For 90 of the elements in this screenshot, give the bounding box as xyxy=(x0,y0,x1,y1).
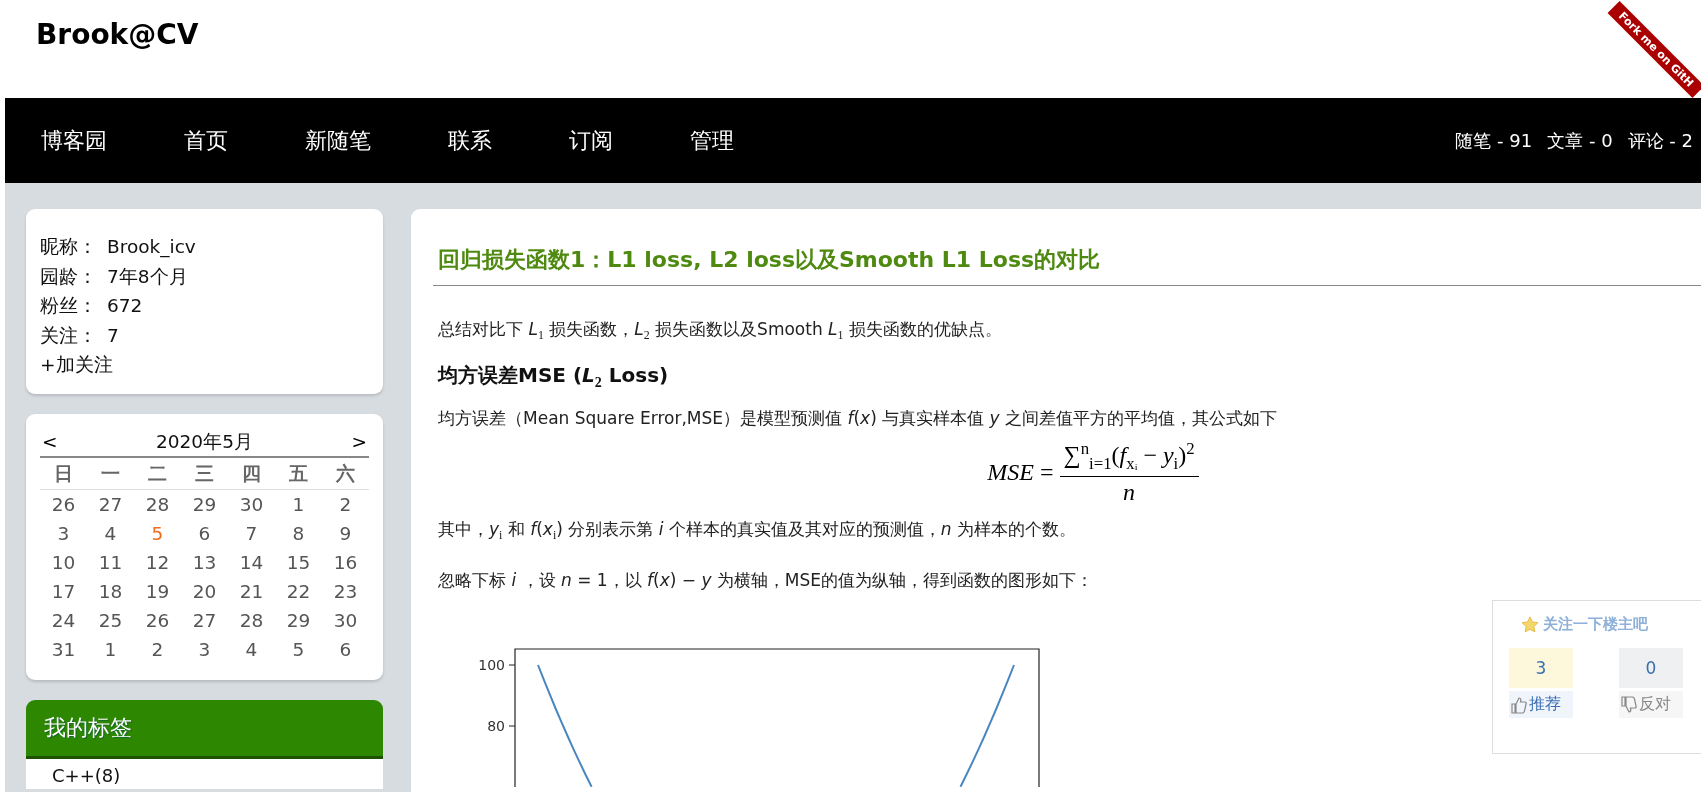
profile-label: 粉丝： xyxy=(40,294,98,318)
profile-label: 昵称： xyxy=(40,235,98,259)
weekday-label: 日 xyxy=(53,461,74,486)
weekday-label: 三 xyxy=(194,461,215,486)
thumbs-down-icon xyxy=(1621,695,1637,714)
calendar-day: 21 xyxy=(228,576,275,606)
calendar-day: 25 xyxy=(87,605,134,635)
profile-value: 7 xyxy=(107,323,119,348)
blog-stat: 文章 - 0 xyxy=(1547,128,1613,153)
nav-link[interactable]: 首页 xyxy=(184,125,228,156)
calendar-day: 26 xyxy=(40,489,87,519)
weekday-label: 四 xyxy=(241,461,262,486)
calendar-day: 12 xyxy=(134,547,181,577)
article-title[interactable]: 回归损失函数1：L1 loss, L2 loss以及Smooth L1 Loss的对比 xyxy=(433,231,1701,286)
calendar-day: 19 xyxy=(134,576,181,606)
calendar-day: 16 xyxy=(322,547,369,577)
oppose-count: 0 xyxy=(1619,648,1683,688)
profile-label: 关注： xyxy=(40,323,98,348)
recommend-count: 3 xyxy=(1509,648,1573,688)
profile-value: Brook_icv xyxy=(107,235,196,260)
paragraph: 其中，y$_{i}$ 和 f(x$_{i}$) 分别表示第 i 个样本的真实值及其对应的预测值，n 为样本的个数。 xyxy=(437,518,1077,545)
calendar-day: 3 xyxy=(181,634,228,664)
calendar-day: 6 xyxy=(322,634,369,664)
calendar-day: 11 xyxy=(87,547,134,577)
blog-stat: 随笔 - 91 xyxy=(1455,128,1533,153)
calendar-day: 29 xyxy=(181,489,228,519)
calendar-day: 31 xyxy=(40,634,87,664)
calendar-day: 6 xyxy=(181,518,228,548)
calendar-day: 5 xyxy=(134,518,181,548)
formula-denominator: n xyxy=(1123,478,1136,507)
tag-link[interactable]: C++(8) xyxy=(52,764,121,786)
calendar-day: 14 xyxy=(228,547,275,577)
formula-lhs: MSE = xyxy=(987,459,1054,487)
calendar-day: 30 xyxy=(228,489,275,519)
weekday-label: 一 xyxy=(100,461,121,486)
calendar-day: 20 xyxy=(181,576,228,606)
nav-link[interactable]: 新随笔 xyxy=(305,125,371,156)
calendar-day: 1 xyxy=(87,634,134,664)
blog-stat: 评论 - 2 xyxy=(1627,128,1693,153)
calendar-day: 30 xyxy=(322,605,369,635)
formula-numerator: ∑$^{n}$$_{i=1}$(f$_{xᵢ}$ − y$_{i}$)$^{2}$ xyxy=(1059,439,1199,478)
y-tick: 80 xyxy=(487,717,516,734)
star-icon xyxy=(1521,615,1539,634)
calendar-day: 7 xyxy=(228,518,275,548)
next-month-link[interactable]: > xyxy=(351,427,367,456)
calendar-day: 4 xyxy=(228,634,275,664)
nav-link[interactable]: 联系 xyxy=(448,125,492,156)
site-title[interactable]: Brook@CV xyxy=(36,18,199,51)
calendar-day: 2 xyxy=(322,489,369,519)
tags-header: 我的标签 xyxy=(26,699,383,759)
prev-month-link[interactable]: < xyxy=(42,427,58,456)
nav-link[interactable]: 博客园 xyxy=(41,125,107,156)
calendar-day: 27 xyxy=(87,489,134,519)
paragraph: 总结对比下 L$_{1}$ 损失函数，L$_{2}$ 损失函数以及Smooth L$_{1}$ 损失函数的优缺点。 xyxy=(437,318,1003,345)
nav-link[interactable]: 管理 xyxy=(690,125,734,156)
calendar-day: 9 xyxy=(322,518,369,548)
calendar-day: 8 xyxy=(275,518,322,548)
calendar-day: 28 xyxy=(228,605,275,635)
y-tick: 100 xyxy=(478,656,516,673)
weekday-label: 五 xyxy=(288,461,309,486)
thumbs-up-icon xyxy=(1511,695,1527,714)
profile-value: 7年8个月 xyxy=(107,264,188,289)
calendar-day: 24 xyxy=(40,605,87,635)
profile-value: 672 xyxy=(107,294,143,318)
calendar-day: 22 xyxy=(275,576,322,606)
calendar-day: 26 xyxy=(134,605,181,635)
section-heading: 均方误差MSE (L$_{2}$ Loss) xyxy=(438,362,670,392)
calendar-day: 1 xyxy=(275,489,322,519)
calendar-day: 10 xyxy=(40,547,87,577)
calendar-day: 17 xyxy=(40,576,87,606)
calendar-day: 13 xyxy=(181,547,228,577)
weekday-label: 六 xyxy=(335,461,356,486)
calendar-day: 29 xyxy=(275,605,322,635)
paragraph: 均方误差（Mean Square Error,MSE）是模型预测值 f(x) 与真实样本值 y 之间差值平方的平均值，其公式如下 xyxy=(437,407,1279,431)
paragraph: 忽略下标 i ，设 n = 1，以 f(x) − y 为横轴，MSE的值为纵轴，得到函数的图形如下： xyxy=(437,568,1095,592)
recommend-button[interactable]: 推荐 xyxy=(1509,691,1573,718)
weekday-label: 二 xyxy=(147,461,168,486)
calendar-day: 15 xyxy=(275,547,322,577)
calendar-day: 5 xyxy=(275,634,322,664)
follow-link[interactable]: +加关注 xyxy=(40,354,113,375)
calendar-day: 3 xyxy=(40,518,87,548)
month-title: 2020年5月 xyxy=(156,429,253,454)
calendar-day: 23 xyxy=(322,576,369,606)
nav-link[interactable]: 订阅 xyxy=(569,125,613,156)
calendar-day: 27 xyxy=(181,605,228,635)
calendar-day: 2 xyxy=(134,634,181,664)
calendar-day: 4 xyxy=(87,518,134,548)
calendar-day: 28 xyxy=(134,489,181,519)
profile-label: 园龄： xyxy=(40,264,98,289)
calendar-day: 18 xyxy=(87,576,134,606)
